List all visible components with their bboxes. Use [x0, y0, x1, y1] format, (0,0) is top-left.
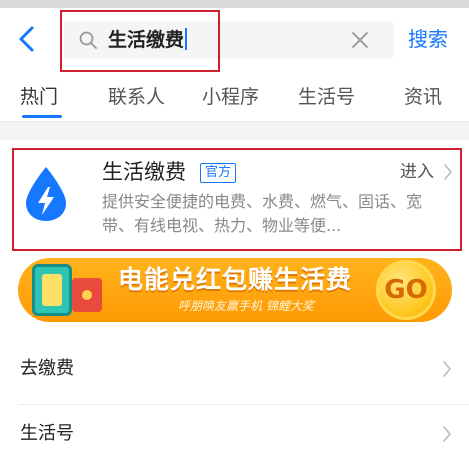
tab-contacts[interactable]: 联系人: [108, 82, 165, 112]
go-label: GO: [384, 275, 428, 305]
chevron-left-icon: [19, 26, 34, 52]
red-envelope-icon: [72, 278, 102, 312]
water-drop-icon: [26, 167, 66, 221]
status-strip: [0, 0, 469, 8]
official-badge: 官方: [200, 163, 237, 183]
tab-hot[interactable]: 热门: [20, 82, 58, 112]
tab-news[interactable]: 资讯: [404, 82, 442, 112]
go-button[interactable]: GO: [376, 260, 436, 320]
chevron-right-icon: [443, 426, 451, 442]
tab-life-accounts[interactable]: 生活号: [298, 82, 355, 112]
tab-bar: 热门 联系人 小程序 生活号 资讯: [0, 82, 469, 120]
phone-battery-icon: [32, 264, 72, 316]
result-title: 生活缴费: [102, 160, 186, 184]
back-button[interactable]: [14, 24, 40, 54]
enter-link[interactable]: 进入: [400, 160, 434, 184]
banner-subtitle: 呼朋唤友赢手机 锦鲤大奖: [178, 299, 314, 313]
banner-title: 电能兑红包赚生活费: [118, 265, 353, 294]
search-button[interactable]: 搜索: [408, 26, 448, 52]
chevron-right-icon: [443, 361, 451, 377]
list-item-life-account[interactable]: 生活号: [0, 405, 469, 465]
highlight-box-search: [60, 10, 220, 72]
tab-mini-programs[interactable]: 小程序: [202, 82, 259, 112]
list-item-label: 去缴费: [20, 358, 74, 379]
section-gap: [0, 122, 469, 140]
result-description: 提供安全便捷的电费、水费、燃气、固话、宽带、有线电视、热力、物业等便...: [102, 192, 423, 235]
clear-icon[interactable]: [350, 30, 370, 50]
promo-banner[interactable]: 电能兑红包赚生活费 呼朋唤友赢手机 锦鲤大奖 GO: [18, 258, 452, 322]
list-item-pay[interactable]: 去缴费: [0, 340, 469, 400]
list-item-label: 生活号: [20, 423, 74, 444]
chevron-right-icon: [444, 164, 452, 180]
tab-active-indicator: [22, 115, 62, 118]
